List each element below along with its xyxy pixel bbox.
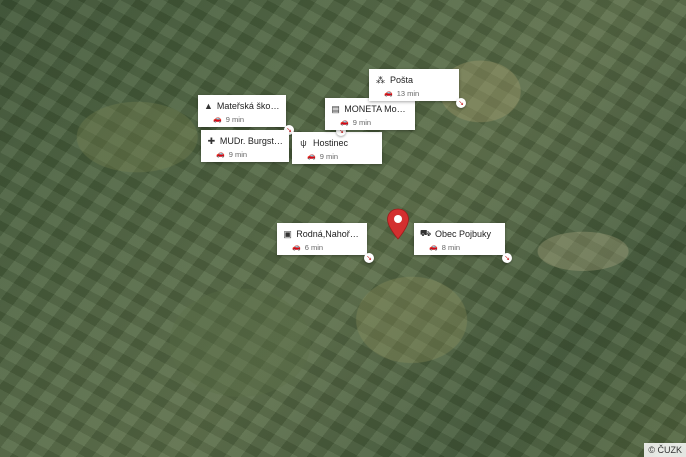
- poi-name: Mateřská škola M...: [216, 101, 280, 111]
- car-icon: 🚗: [429, 244, 438, 251]
- poi-direction-arrow-icon: ↘: [502, 253, 512, 263]
- poi-travel-time: 9 min: [352, 117, 372, 127]
- map-copyright: © ČUZK: [644, 443, 686, 457]
- map-canvas[interactable]: ▲ Mateřská škola M... 🚗 9 min ↘ ✚ MUDr. …: [0, 0, 686, 457]
- poi-card-skolka[interactable]: ▲ Mateřská škola M... 🚗 9 min: [198, 95, 286, 127]
- poi-card-lekar[interactable]: ✚ MUDr. Burgstaller... 🚗 9 min: [201, 130, 289, 162]
- poi-name: MONETA Money ...: [344, 104, 409, 114]
- poi-name: Hostinec: [313, 138, 349, 148]
- poi-travel-time: 13 min: [396, 88, 420, 98]
- poi-card-bus[interactable]: ▣ Rodná,Nahořany,... 🚗 6 min: [277, 223, 367, 255]
- car-icon: 🚗: [384, 90, 393, 97]
- restaurant-icon: ψ: [300, 138, 307, 148]
- car-icon: 🚗: [213, 116, 222, 123]
- location-pin-icon[interactable]: [386, 208, 410, 240]
- car-icon: 🚗: [216, 151, 225, 158]
- poi-card-posta[interactable]: ⁂ Pošta 🚗 13 min: [369, 69, 459, 101]
- medical-icon: ✚: [207, 135, 216, 146]
- bus-icon: ▣: [283, 228, 292, 239]
- shopping-cart-icon: ⛟: [419, 228, 432, 238]
- poi-name: MUDr. Burgstaller...: [219, 136, 283, 146]
- poi-card-hostinec[interactable]: ψ Hostinec 🚗 9 min: [292, 132, 382, 164]
- poi-name: Obec Pojbuky: [435, 229, 492, 239]
- poi-travel-time: 9 min: [228, 149, 248, 159]
- poi-card-obec[interactable]: ⛟ Obec Pojbuky 🚗 8 min: [414, 223, 505, 255]
- poi-travel-time: 9 min: [319, 151, 339, 161]
- poi-name: Pošta: [390, 75, 414, 85]
- poi-travel-time: 9 min: [225, 114, 245, 124]
- poi-name: Rodná,Nahořany,...: [296, 229, 361, 239]
- post-office-icon: ⁂: [376, 74, 385, 85]
- car-icon: 🚗: [292, 244, 301, 251]
- car-icon: 🚗: [307, 153, 316, 160]
- poi-card-moneta[interactable]: ▤ MONETA Money ... 🚗 9 min: [325, 98, 415, 130]
- poi-travel-time: 6 min: [304, 242, 324, 252]
- car-icon: 🚗: [340, 119, 349, 126]
- school-icon: ▲: [204, 101, 213, 111]
- poi-travel-time: 8 min: [441, 242, 461, 252]
- poi-direction-arrow-icon: ↘: [364, 253, 374, 263]
- poi-direction-arrow-icon: ↘: [456, 98, 466, 108]
- bank-icon: ▤: [331, 103, 340, 114]
